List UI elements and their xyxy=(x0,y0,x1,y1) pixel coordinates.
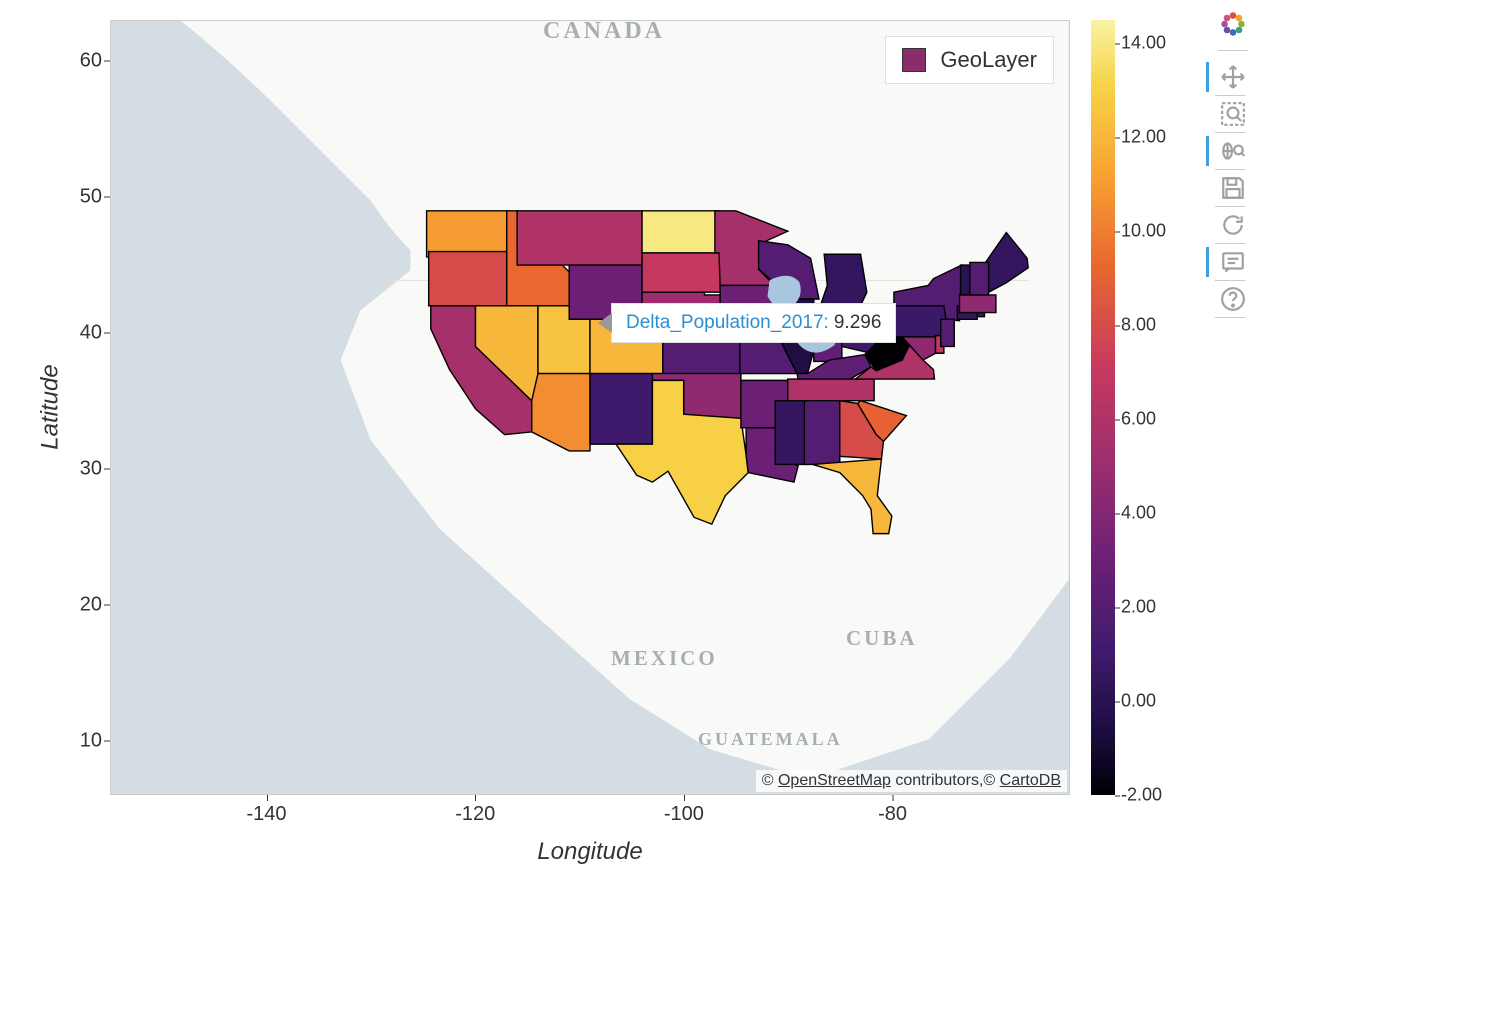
legend-label: GeoLayer xyxy=(940,47,1037,73)
colorbar: 14.0012.0010.008.006.004.002.000.00-2.00 xyxy=(1085,20,1205,795)
map-plot[interactable]: CANADA MEXICO CUBA GUATEMALA GeoLayer De… xyxy=(110,20,1070,795)
x-tick: -140 xyxy=(247,803,287,826)
pan-tool[interactable] xyxy=(1215,59,1251,95)
y-axis: 10 20 30 40 50 60 xyxy=(60,20,110,795)
colorbar-tick: 8.00 xyxy=(1121,315,1156,336)
state-montana[interactable] xyxy=(517,211,642,265)
state-new-hampshire[interactable] xyxy=(970,262,989,295)
pan-icon xyxy=(1220,64,1246,90)
state-tennessee[interactable] xyxy=(788,379,874,401)
x-tick: -80 xyxy=(878,803,907,826)
colorbar-tick: 2.00 xyxy=(1121,597,1156,618)
y-tick: 10 xyxy=(80,729,102,752)
tooltip-key: Delta_Population_2017: xyxy=(626,312,829,334)
map-attribution: © OpenStreetMap contributors,© CartoDB xyxy=(756,770,1067,792)
bokeh-logo[interactable] xyxy=(1215,6,1251,42)
state-south-dakota[interactable] xyxy=(642,253,721,292)
y-tick: 50 xyxy=(80,185,102,208)
state-new-jersey[interactable] xyxy=(941,319,955,346)
y-tick: 20 xyxy=(80,593,102,616)
hover-tooltip: Delta_Population_2017: 9.296 xyxy=(611,303,896,343)
colorbar-tick: 12.00 xyxy=(1121,127,1166,148)
attribution-prefix: © xyxy=(762,772,778,789)
state-mississippi[interactable] xyxy=(775,401,807,465)
save-tool[interactable] xyxy=(1215,170,1251,206)
bokeh-toolbar xyxy=(1210,6,1255,318)
colorbar-tick: 0.00 xyxy=(1121,691,1156,712)
wheel-zoom-icon xyxy=(1220,138,1246,164)
toolbar-divider xyxy=(1218,50,1248,51)
osm-link[interactable]: OpenStreetMap xyxy=(778,772,891,789)
state-oregon[interactable] xyxy=(429,252,507,306)
hover-tool[interactable] xyxy=(1215,244,1251,280)
tooltip-value: 9.296 xyxy=(834,312,882,334)
help-icon xyxy=(1220,286,1246,312)
state-washington[interactable] xyxy=(427,211,507,257)
reset-tool[interactable] xyxy=(1215,207,1251,243)
save-icon xyxy=(1220,175,1246,201)
legend-swatch xyxy=(902,48,926,72)
x-tick: -120 xyxy=(455,803,495,826)
box-zoom-tool[interactable] xyxy=(1215,96,1251,132)
legend[interactable]: GeoLayer xyxy=(885,36,1054,84)
y-tick: 40 xyxy=(80,321,102,344)
state-alabama[interactable] xyxy=(804,401,839,465)
carto-link[interactable]: CartoDB xyxy=(1000,772,1061,789)
attribution-mid: contributors,© xyxy=(891,772,1000,789)
colorbar-tick: -2.00 xyxy=(1121,785,1162,806)
y-tick: 30 xyxy=(80,457,102,480)
hover-icon xyxy=(1220,249,1246,275)
x-tick: -100 xyxy=(664,803,704,826)
choropleth-svg xyxy=(111,21,1069,794)
y-tick: 60 xyxy=(80,49,102,72)
state-new-mexico[interactable] xyxy=(590,374,652,445)
colorbar-gradient xyxy=(1091,20,1115,795)
colorbar-tick: 10.00 xyxy=(1121,221,1166,242)
reset-icon xyxy=(1220,212,1246,238)
colorbar-tick: 6.00 xyxy=(1121,409,1156,430)
wheel-zoom-tool[interactable] xyxy=(1215,133,1251,169)
state-north-dakota[interactable] xyxy=(642,211,719,253)
colorbar-tick: 14.00 xyxy=(1121,33,1166,54)
state-massachusetts[interactable] xyxy=(959,295,995,313)
x-axis: -140 -120 -100 -80 xyxy=(110,795,1070,845)
colorbar-tick: 4.00 xyxy=(1121,503,1156,524)
help-tool[interactable] xyxy=(1215,281,1251,317)
toolbar-divider xyxy=(1215,317,1245,318)
box-zoom-icon xyxy=(1220,101,1246,127)
